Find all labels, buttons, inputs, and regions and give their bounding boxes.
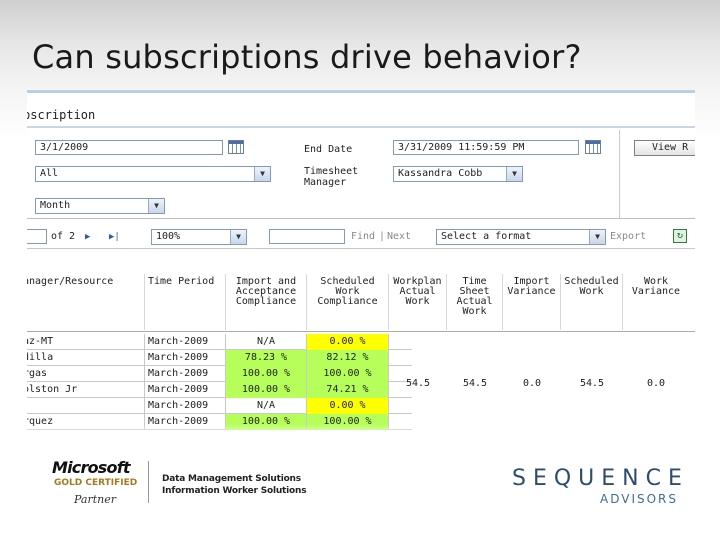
header-rule: [27, 126, 695, 128]
refresh-icon[interactable]: ↻: [673, 229, 687, 243]
col-header-import-acceptance[interactable]: Import and Acceptance Compliance: [226, 274, 307, 330]
solutions-line-1: Data Management Solutions: [162, 474, 301, 484]
top-border: [27, 90, 695, 93]
cell-period: March-2009: [145, 350, 226, 366]
param-bottom-rule: [27, 218, 695, 219]
header-bottom-rule: [27, 331, 695, 332]
calendar-icon[interactable]: [585, 140, 601, 154]
sequence-advisors-logo: SEQUENCE ADVISORS: [512, 466, 692, 506]
next-page-icon[interactable]: ▶: [85, 230, 90, 244]
timesheet-manager-select[interactable]: Kassandra Cobb ▼: [393, 166, 523, 182]
footer-divider: [148, 461, 149, 503]
next-link[interactable]: Next: [387, 230, 411, 244]
report-toolbar: of 2 ▶ ▶| 100% ▼ Find | Next Select a fo…: [27, 226, 695, 249]
merged-timesheet-actual: 54.5: [462, 378, 488, 389]
cell-scheduled-compliance: 0.00 %: [307, 398, 389, 414]
chevron-down-icon[interactable]: ▼: [589, 230, 605, 244]
col-header-timesheet-actual[interactable]: Time Sheet Actual Work: [447, 274, 503, 330]
zoom-value: 100%: [156, 231, 181, 242]
cell-scheduled-compliance: 74.21 %: [307, 382, 389, 398]
resource-select[interactable]: All ▼: [35, 166, 271, 182]
microsoft-wordmark: Microsoft: [52, 458, 131, 477]
view-report-button[interactable]: View R: [634, 140, 695, 156]
col-header-time-period[interactable]: Time Period: [145, 274, 226, 330]
chevron-down-icon[interactable]: ▼: [148, 199, 164, 213]
merged-work-variance: 0.0: [646, 378, 666, 389]
merged-scheduled-work: 54.5: [579, 378, 605, 389]
cell-import-compliance: N/A: [226, 334, 307, 350]
cell-import-compliance: 100.00 %: [226, 366, 307, 382]
cell-import-compliance: 100.00 %: [226, 382, 307, 398]
slide-title: Can subscriptions drive behavior?: [32, 38, 582, 76]
microsoft-partner-logo: Microsoft GOLD CERTIFIED Partner: [52, 458, 142, 508]
cell-resource: dilla: [27, 350, 145, 366]
toolbar-separator: |: [379, 231, 386, 242]
parameter-panel: 3/1/2009 End Date 3/31/2009 11:59:59 PM …: [27, 130, 695, 219]
table-row[interactable]: rgas March-2009 100.00 % 100.00 %: [27, 366, 412, 382]
cell-import-compliance: N/A: [226, 398, 307, 414]
col-header-work-variance[interactable]: Work Variance: [623, 274, 689, 330]
col-header-scheduled-compliance[interactable]: Scheduled Work Compliance: [307, 274, 389, 330]
page-number-input[interactable]: [27, 229, 47, 244]
bottom-fade: [27, 424, 695, 438]
partner-text: Partner: [74, 493, 116, 506]
find-input[interactable]: [269, 229, 345, 244]
find-link[interactable]: Find: [351, 230, 375, 244]
start-date-input[interactable]: 3/1/2009: [35, 140, 223, 155]
cell-import-compliance: 78.23 %: [226, 350, 307, 366]
col-header-import-variance[interactable]: Import Variance: [503, 274, 561, 330]
period-select-value: Month: [40, 200, 71, 211]
cell-period: March-2009: [145, 382, 226, 398]
solutions-line-2: Information Worker Solutions: [162, 486, 307, 496]
cell-period: March-2009: [145, 366, 226, 382]
gold-certified-text: GOLD CERTIFIED: [54, 478, 138, 488]
table-row[interactable]: olston Jr March-2009 100.00 % 74.21 %: [27, 382, 412, 398]
chevron-down-icon[interactable]: ▼: [254, 167, 270, 181]
table-row[interactable]: dilla March-2009 78.23 % 82.12 %: [27, 350, 412, 366]
timesheet-manager-label-1: Timesheet: [304, 166, 359, 177]
end-date-input[interactable]: 3/31/2009 11:59:59 PM: [393, 140, 579, 155]
period-select[interactable]: Month ▼: [35, 198, 165, 214]
cell-scheduled-compliance: 0.00 %: [307, 334, 389, 350]
merged-import-variance: 0.0: [522, 378, 542, 389]
chevron-down-icon[interactable]: ▼: [230, 230, 246, 244]
report-header: bscription: [27, 106, 695, 128]
format-select-value: Select a format: [441, 231, 532, 242]
merged-workplan-actual: 54.5: [405, 378, 431, 389]
format-select[interactable]: Select a format ▼: [436, 229, 606, 245]
sequence-wordmark: SEQUENCE: [512, 466, 689, 491]
last-page-icon[interactable]: ▶|: [109, 230, 120, 244]
toolbar-bottom-rule: [27, 248, 695, 249]
cell-scheduled-compliance: 82.12 %: [307, 350, 389, 366]
end-date-label: End Date: [304, 144, 353, 155]
cell-resource: olston Jr: [27, 382, 145, 398]
col-header-workplan-actual[interactable]: Workplan Actual Work: [389, 274, 447, 330]
cell-period: March-2009: [145, 398, 226, 414]
report-title: bscription: [27, 108, 96, 122]
timesheet-manager-label-2: Manager: [304, 177, 347, 188]
cell-period: March-2009: [145, 334, 226, 350]
chevron-down-icon[interactable]: ▼: [506, 167, 522, 181]
table-row[interactable]: az-MT March-2009 N/A 0.00 %: [27, 334, 412, 350]
export-link[interactable]: Export: [610, 230, 646, 244]
advisors-wordmark: ADVISORS: [600, 492, 679, 506]
page-count: of 2: [51, 231, 76, 242]
cell-resource: [27, 398, 145, 414]
calendar-icon[interactable]: [228, 140, 244, 154]
cell-resource: az-MT: [27, 334, 145, 350]
table-row[interactable]: March-2009 N/A 0.00 %: [27, 398, 412, 414]
col-header-resource[interactable]: anager/Resource: [27, 274, 145, 330]
zoom-select[interactable]: 100% ▼: [151, 229, 247, 245]
cell-scheduled-compliance: 100.00 %: [307, 366, 389, 382]
cell-resource: rgas: [27, 366, 145, 382]
param-divider: [619, 130, 620, 218]
resource-select-value: All: [40, 168, 59, 179]
col-header-scheduled-work[interactable]: Scheduled Work: [561, 274, 623, 330]
timesheet-manager-value: Kassandra Cobb: [398, 168, 483, 179]
report-screenshot: bscription 3/1/2009 End Date 3/31/2009 1…: [27, 90, 695, 438]
